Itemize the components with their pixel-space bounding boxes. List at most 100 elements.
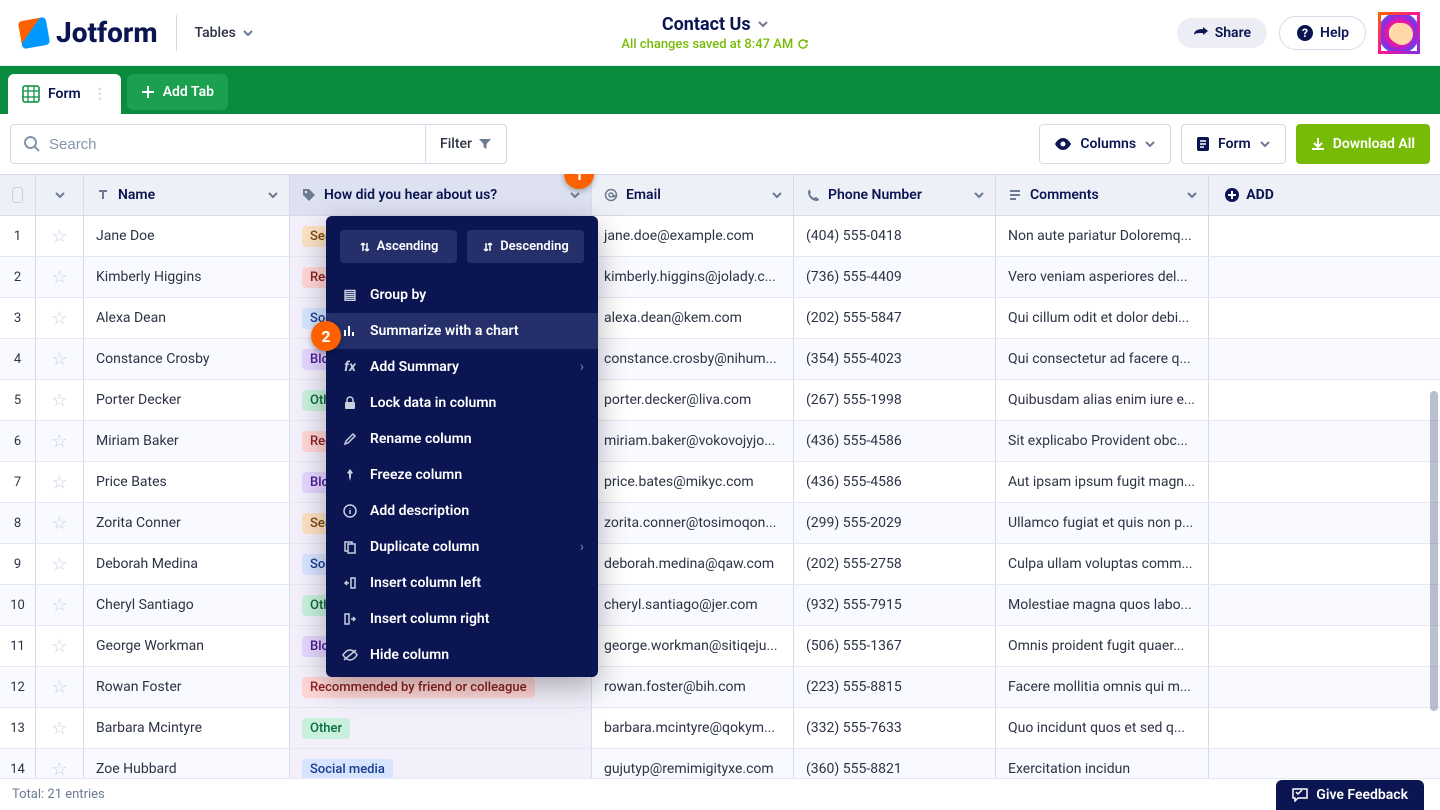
- table-row[interactable]: 3☆Alexa DeanSocial mediaalexa.dean@kem.c…: [0, 298, 1440, 339]
- cell-comments[interactable]: Quibusdam alias enim iure e...: [996, 380, 1209, 420]
- search-box[interactable]: [10, 124, 426, 164]
- cell-phone[interactable]: (202) 555-2758: [794, 544, 996, 584]
- download-button[interactable]: Download All: [1296, 124, 1430, 164]
- cell-comments[interactable]: Omnis proident fugit quaer...: [996, 626, 1209, 666]
- menu-hide[interactable]: Hide column: [326, 637, 598, 673]
- cell-email[interactable]: zorita.conner@tosimoqon...: [592, 503, 794, 543]
- table-row[interactable]: 13☆Barbara McintyreOtherbarbara.mcintyre…: [0, 708, 1440, 749]
- menu-rename[interactable]: Rename column: [326, 421, 598, 457]
- row-star[interactable]: ☆: [36, 298, 84, 338]
- cell-email[interactable]: alexa.dean@kem.com: [592, 298, 794, 338]
- cell-comments[interactable]: Vero veniam asperiores del...: [996, 257, 1209, 297]
- cell-phone[interactable]: (332) 555-7633: [794, 708, 996, 748]
- cell-name[interactable]: Porter Decker: [84, 380, 290, 420]
- form-title[interactable]: Contact Us: [662, 14, 769, 35]
- table-row[interactable]: 6☆Miriam BakerRecommended by friend or c…: [0, 421, 1440, 462]
- cell-email[interactable]: porter.decker@liva.com: [592, 380, 794, 420]
- table-row[interactable]: 1☆Jane DoeSearch enginejane.doe@example.…: [0, 216, 1440, 257]
- cell-email[interactable]: cheryl.santiago@jer.com: [592, 585, 794, 625]
- product-switcher[interactable]: Tables: [195, 25, 254, 41]
- cell-comments[interactable]: Molestiae magna quos labo...: [996, 585, 1209, 625]
- sort-ascending-button[interactable]: Ascending: [340, 230, 457, 263]
- cell-email[interactable]: george.workman@sitiqeju...: [592, 626, 794, 666]
- menu-freeze[interactable]: Freeze column: [326, 457, 598, 493]
- cell-hear[interactable]: Other: [290, 708, 592, 748]
- share-button[interactable]: Share: [1177, 18, 1267, 48]
- cell-email[interactable]: price.bates@mikyc.com: [592, 462, 794, 502]
- menu-insert-left[interactable]: Insert column left: [326, 565, 598, 601]
- row-star[interactable]: ☆: [36, 708, 84, 748]
- column-menu-trigger[interactable]: [771, 189, 783, 201]
- row-star[interactable]: ☆: [36, 544, 84, 584]
- row-star[interactable]: ☆: [36, 462, 84, 502]
- menu-insert-right[interactable]: Insert column right: [326, 601, 598, 637]
- add-tab-button[interactable]: Add Tab: [127, 74, 228, 110]
- column-menu-trigger[interactable]: [1186, 189, 1198, 201]
- cell-name[interactable]: Deborah Medina: [84, 544, 290, 584]
- header-checkbox[interactable]: [0, 175, 36, 215]
- table-row[interactable]: 2☆Kimberly HigginsRecommended by friend …: [0, 257, 1440, 298]
- menu-group-by[interactable]: ▤Group by: [326, 277, 598, 313]
- cell-name[interactable]: Kimberly Higgins: [84, 257, 290, 297]
- column-hear[interactable]: How did you hear about us?: [290, 175, 592, 215]
- cell-name[interactable]: Rowan Foster: [84, 667, 290, 707]
- row-star[interactable]: ☆: [36, 257, 84, 297]
- cell-phone[interactable]: (436) 555-4586: [794, 421, 996, 461]
- column-name[interactable]: Name: [84, 175, 290, 215]
- table-row[interactable]: 4☆Constance CrosbyBlog or publicationcon…: [0, 339, 1440, 380]
- header-caret[interactable]: [36, 175, 84, 215]
- row-star[interactable]: ☆: [36, 380, 84, 420]
- cell-phone[interactable]: (223) 555-8815: [794, 667, 996, 707]
- menu-add-description[interactable]: Add description: [326, 493, 598, 529]
- cell-comments[interactable]: Sit explicabo Provident obc...: [996, 421, 1209, 461]
- logo[interactable]: Jotform: [20, 16, 158, 49]
- cell-phone[interactable]: (354) 555-4023: [794, 339, 996, 379]
- cell-comments[interactable]: Qui cillum odit et dolor debi...: [996, 298, 1209, 338]
- cell-email[interactable]: rowan.foster@bih.com: [592, 667, 794, 707]
- scrollbar[interactable]: [1430, 391, 1438, 711]
- cell-name[interactable]: Constance Crosby: [84, 339, 290, 379]
- column-menu-trigger[interactable]: [267, 189, 279, 201]
- cell-name[interactable]: George Workman: [84, 626, 290, 666]
- add-column-button[interactable]: ADD: [1209, 175, 1289, 215]
- cell-email[interactable]: miriam.baker@vokovojyjo...: [592, 421, 794, 461]
- row-star[interactable]: ☆: [36, 626, 84, 666]
- table-row[interactable]: 7☆Price BatesBlog or publicationprice.ba…: [0, 462, 1440, 503]
- table-row[interactable]: 8☆Zorita ConnerSearch enginezorita.conne…: [0, 503, 1440, 544]
- cell-comments[interactable]: Qui consectetur ad facere q...: [996, 339, 1209, 379]
- cell-email[interactable]: barbara.mcintyre@qokym...: [592, 708, 794, 748]
- cell-name[interactable]: Zorita Conner: [84, 503, 290, 543]
- menu-duplicate[interactable]: Duplicate column›: [326, 529, 598, 565]
- cell-comments[interactable]: Ullamco fugiat et quis non p...: [996, 503, 1209, 543]
- column-menu-trigger[interactable]: [569, 189, 581, 201]
- cell-comments[interactable]: Culpa ullam voluptas comm...: [996, 544, 1209, 584]
- cell-phone[interactable]: (736) 555-4409: [794, 257, 996, 297]
- cell-name[interactable]: Zoe Hubbard: [84, 749, 290, 778]
- row-star[interactable]: ☆: [36, 503, 84, 543]
- row-star[interactable]: ☆: [36, 667, 84, 707]
- cell-email[interactable]: kimberly.higgins@jolady.c...: [592, 257, 794, 297]
- cell-comments[interactable]: Exercitation incidun: [996, 749, 1209, 778]
- cell-phone[interactable]: (506) 555-1367: [794, 626, 996, 666]
- cell-email[interactable]: constance.crosby@nihum...: [592, 339, 794, 379]
- table-row[interactable]: 10☆Cheryl SantiagoOthercheryl.santiago@j…: [0, 585, 1440, 626]
- help-button[interactable]: ? Help: [1279, 16, 1366, 50]
- table-row[interactable]: 11☆George WorkmanBlog or publicationgeor…: [0, 626, 1440, 667]
- cell-phone[interactable]: (932) 555-7915: [794, 585, 996, 625]
- cell-comments[interactable]: Aut ipsam ipsum fugit magn...: [996, 462, 1209, 502]
- cell-phone[interactable]: (299) 555-2029: [794, 503, 996, 543]
- column-email[interactable]: Email: [592, 175, 794, 215]
- cell-name[interactable]: Price Bates: [84, 462, 290, 502]
- avatar[interactable]: [1378, 12, 1420, 54]
- column-menu-trigger[interactable]: [973, 189, 985, 201]
- filter-button[interactable]: Filter: [426, 124, 507, 164]
- column-phone[interactable]: Phone Number: [794, 175, 996, 215]
- form-button[interactable]: Form: [1181, 124, 1286, 164]
- table-row[interactable]: 5☆Porter DeckerOtherporter.decker@liva.c…: [0, 380, 1440, 421]
- row-star[interactable]: ☆: [36, 216, 84, 256]
- cell-name[interactable]: Jane Doe: [84, 216, 290, 256]
- cell-phone[interactable]: (436) 555-4586: [794, 462, 996, 502]
- row-star[interactable]: ☆: [36, 585, 84, 625]
- cell-name[interactable]: Cheryl Santiago: [84, 585, 290, 625]
- cell-phone[interactable]: (404) 555-0418: [794, 216, 996, 256]
